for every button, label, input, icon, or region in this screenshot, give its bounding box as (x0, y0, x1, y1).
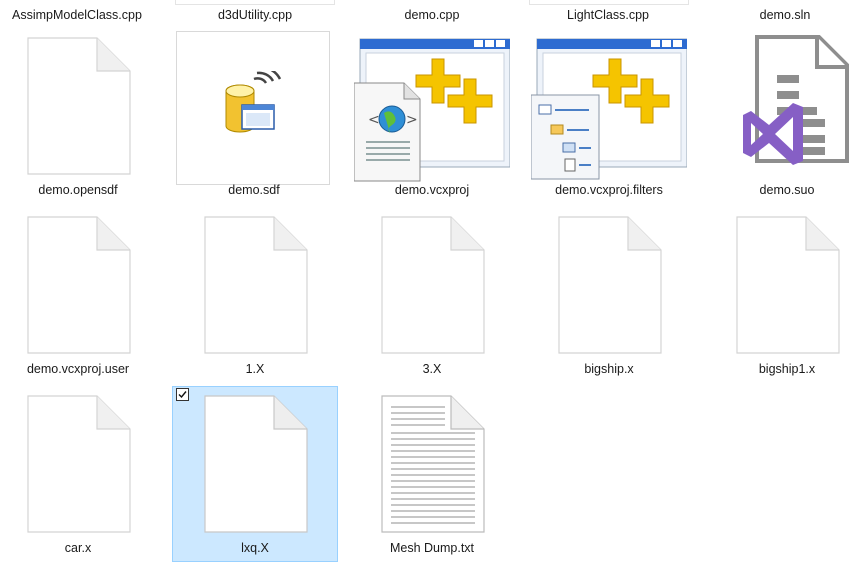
file-name: lxq.X (241, 541, 269, 555)
blank-document-icon (0, 29, 160, 179)
file-item[interactable]: demo.suo (704, 28, 859, 204)
file-name: car.x (64, 541, 92, 555)
thumb-frame (529, 0, 689, 5)
file-item[interactable]: bigship.x (526, 207, 692, 383)
file-item[interactable]: demo.vcxproj.user (0, 207, 161, 383)
vcxproj-filters-file-icon (531, 38, 687, 180)
file-item-d3dutility[interactable]: d3dUtility.cpp (166, 8, 344, 22)
file-item-lightclass[interactable]: LightClass.cpp (519, 8, 697, 22)
blank-document-icon (173, 387, 337, 537)
file-item-demo-sln[interactable]: demo.sln (696, 8, 859, 22)
file-item[interactable]: Mesh Dump.txt (349, 386, 515, 562)
file-item[interactable]: demo.opensdf (0, 28, 161, 204)
file-explorer-view: AssimpModelClass.cpp d3dUtility.cpp demo… (0, 0, 859, 583)
blank-document-icon (173, 208, 337, 358)
vcxproj-file-icon: < > (354, 38, 510, 182)
svg-text:>: > (406, 112, 418, 128)
file-item[interactable]: bigship1.x (704, 207, 859, 383)
file-name: 1.X (245, 362, 265, 376)
file-item[interactable]: demo.vcxproj.filters (526, 28, 692, 204)
file-name: bigship1.x (758, 362, 816, 376)
file-name: bigship.x (584, 362, 634, 376)
blank-document-icon (350, 208, 514, 358)
file-item-selected[interactable]: lxq.X (172, 386, 338, 562)
file-name: Mesh Dump.txt (389, 541, 475, 555)
file-name: 3.X (422, 362, 442, 376)
file-item[interactable]: < > demo.vcxproj (349, 28, 515, 204)
file-name: demo.vcxproj.filters (555, 183, 663, 197)
file-name: demo.vcxproj.user (26, 362, 130, 376)
thumb-frame (175, 0, 335, 5)
file-item[interactable]: car.x (0, 386, 161, 562)
file-name: demo.suo (759, 183, 815, 197)
file-item[interactable]: demo.sdf (171, 28, 337, 204)
database-file-icon (225, 71, 282, 133)
file-name: demo.vcxproj (394, 183, 470, 197)
visual-studio-suo-icon (743, 35, 849, 165)
file-item-demo-cpp[interactable]: demo.cpp (343, 8, 521, 22)
blank-document-icon (705, 208, 859, 358)
blank-document-icon (0, 387, 160, 537)
top-row: AssimpModelClass.cpp d3dUtility.cpp demo… (0, 0, 859, 26)
file-name: demo.opensdf (38, 183, 118, 197)
blank-document-icon (527, 208, 691, 358)
blank-document-icon (0, 208, 160, 358)
file-item[interactable]: 1.X (172, 207, 338, 383)
file-item-assimpmodelclass[interactable]: AssimpModelClass.cpp (0, 8, 166, 22)
file-item[interactable]: 3.X (349, 207, 515, 383)
file-name: demo.sdf (228, 183, 280, 197)
text-document-icon (350, 387, 514, 537)
svg-text:<: < (368, 112, 380, 128)
